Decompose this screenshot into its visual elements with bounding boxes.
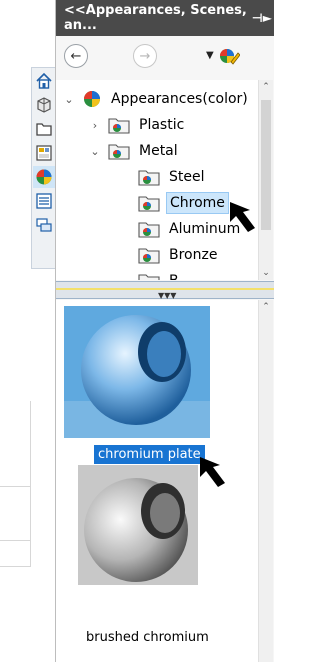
tree-item-appearances[interactable]: ⌄ Appearances(color): [62, 86, 251, 112]
tree-item-metal[interactable]: ⌄ Metal: [88, 138, 181, 164]
view-palette-icon: [36, 145, 52, 161]
appearance-pen-icon[interactable]: [218, 45, 240, 67]
pin-icon[interactable]: ⊣►: [252, 11, 272, 25]
appearance-folder-icon: [108, 118, 130, 134]
gallery-item-label[interactable]: brushed chromium: [86, 630, 209, 645]
tree-item-label: Chrome: [166, 192, 229, 214]
tree-item-steel[interactable]: Steel: [138, 164, 208, 190]
tree-item-label: Metal: [139, 143, 178, 159]
tree-item-label: Plastic: [139, 117, 185, 133]
gallery-item-chromium-plate[interactable]: [64, 306, 210, 438]
tree-item-label: Bronze: [169, 247, 218, 263]
view-palette-tab[interactable]: [33, 142, 55, 164]
tree-item-partial[interactable]: B...: [138, 268, 195, 280]
appearance-folder-icon: [138, 222, 160, 238]
pane-splitter[interactable]: ▼▼▼: [56, 281, 274, 300]
appearances-tab[interactable]: [33, 166, 55, 188]
forward-button[interactable]: →: [133, 44, 157, 68]
annotation-arrow-icon: [230, 202, 255, 232]
folder-icon: [36, 123, 52, 136]
gallery-item-label[interactable]: chromium plate: [94, 445, 205, 464]
design-library-tab[interactable]: [33, 94, 55, 116]
splitter-highlight: [56, 288, 274, 290]
brushed-chromium-thumbnail: [78, 465, 198, 623]
home-tab[interactable]: [33, 70, 55, 92]
back-button[interactable]: ←: [64, 44, 88, 68]
chevron-down-icon[interactable]: ⌄: [62, 93, 76, 106]
appearance-folder-open-icon: [108, 144, 130, 160]
3d-part-icon: [37, 97, 51, 113]
taskpane-toolbar: ← → ▼: [56, 38, 274, 74]
appearance-folder-icon: [138, 170, 160, 186]
dropdown-icon[interactable]: ▼: [206, 50, 214, 61]
appearances-taskpane: <<Appearances, Scenes, an... ⊣► ← → ▼ ⌄: [55, 0, 274, 662]
appearance-folder-icon: [138, 248, 160, 264]
custom-properties-tab[interactable]: [33, 190, 55, 212]
home-icon: [36, 72, 52, 89]
background-divider: [0, 486, 30, 487]
gallery-item-brushed-chromium[interactable]: [78, 465, 198, 623]
appearance-ball-icon: [36, 169, 52, 185]
gallery-scrollbar[interactable]: ⌃: [258, 300, 273, 662]
properties-icon: [36, 193, 52, 209]
background-window-frame: [0, 401, 31, 567]
tree-item-label: B...: [166, 271, 195, 280]
appearance-ball-icon: [84, 91, 100, 107]
taskpane-titlebar[interactable]: <<Appearances, Scenes, an... ⊣►: [56, 0, 274, 36]
scroll-up-icon[interactable]: ⌃: [259, 82, 273, 92]
custom-properties-icon: [36, 218, 52, 232]
chevron-right-icon[interactable]: ›: [88, 119, 102, 132]
scroll-down-icon[interactable]: ⌄: [259, 268, 273, 278]
tree-item-label: Steel: [169, 169, 205, 185]
tree-item-chrome[interactable]: Chrome: [138, 190, 229, 216]
background-divider: [0, 540, 30, 541]
annotation-arrow-icon: [200, 457, 225, 487]
appearance-tree: ⌄ Appearances(color) › Plastic ⌄ Metal S…: [56, 80, 258, 280]
tree-item-plastic[interactable]: › Plastic: [88, 112, 187, 138]
scroll-up-icon[interactable]: ⌃: [259, 302, 273, 312]
chromium-plate-thumbnail: [64, 306, 210, 438]
chevron-down-icon[interactable]: ⌄: [88, 145, 102, 158]
grip-icon: ▼▼▼: [158, 291, 177, 300]
appearance-folder-icon: [138, 274, 160, 280]
file-explorer-tab[interactable]: [33, 118, 55, 140]
tree-scrollbar[interactable]: ⌃ ⌄: [258, 80, 273, 280]
arrow-left-icon: ←: [70, 48, 82, 64]
arrow-right-icon: →: [139, 48, 151, 64]
tree-item-bronze[interactable]: Bronze: [138, 242, 220, 268]
panel-title: <<Appearances, Scenes, an...: [64, 3, 247, 33]
forum-tab[interactable]: [33, 214, 55, 236]
taskpane-tab-bar: [31, 67, 57, 269]
tree-item-label: Appearances(color): [111, 91, 248, 107]
appearance-folder-icon: [138, 196, 160, 212]
